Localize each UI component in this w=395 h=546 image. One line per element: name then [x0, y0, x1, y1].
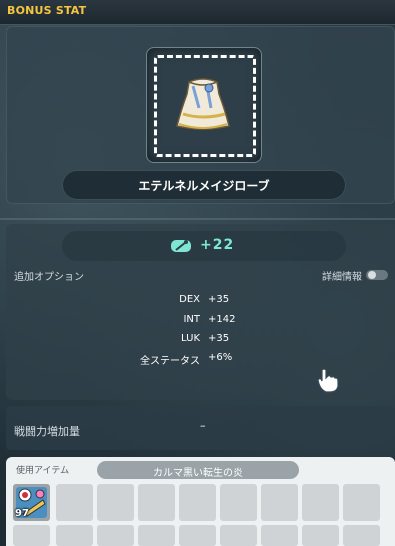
inventory-slot[interactable]	[261, 525, 298, 546]
bonus-stat-icon	[171, 240, 191, 252]
selected-item-name: カルマ黒い転生の炎	[153, 468, 243, 479]
bonus-value-bar: +22	[62, 231, 346, 261]
stat-name: LUK	[181, 333, 200, 344]
divider	[0, 218, 395, 220]
combat-power-value: –	[200, 419, 206, 432]
stat-row-all: 全ステータス +6%	[0, 352, 395, 367]
combat-power-label: 戦闘力増加量	[14, 425, 80, 438]
inventory-slot[interactable]	[138, 484, 175, 521]
inventory-slot[interactable]	[302, 525, 339, 546]
stat-row-int: INT +142	[0, 314, 395, 328]
inventory-slot[interactable]	[343, 484, 380, 521]
inventory-slot[interactable]	[97, 484, 134, 521]
stat-name: 全ステータス	[140, 356, 200, 367]
inventory-slot[interactable]	[343, 525, 380, 546]
toggle-knob	[368, 271, 376, 279]
hand-cursor-icon	[317, 368, 339, 393]
stat-name: INT	[183, 314, 200, 325]
detail-info-label: 詳細情報	[322, 272, 362, 283]
inventory-slot[interactable]	[56, 525, 93, 546]
bonus-value: +22	[200, 237, 235, 253]
item-count: 97	[15, 508, 29, 519]
use-item-label: 使用アイテム	[16, 466, 70, 476]
stat-row-dex: DEX +35	[0, 294, 395, 308]
additional-options-label: 追加オプション	[14, 272, 84, 283]
stat-value: +35	[208, 294, 230, 305]
combat-power-box: 戦闘力増加量 –	[6, 406, 395, 450]
detail-info-toggle[interactable]	[366, 270, 388, 280]
selected-item-title: カルマ黒い転生の炎	[97, 461, 299, 479]
stat-value: +142	[208, 314, 236, 325]
stat-value: +35	[208, 333, 230, 344]
title-bar[interactable]: BONUS STAT	[0, 0, 395, 25]
inventory-slot[interactable]	[302, 484, 339, 521]
robe-item-icon	[176, 78, 230, 130]
stat-name: DEX	[179, 294, 200, 305]
inventory-slot[interactable]	[179, 484, 216, 521]
inventory-slot[interactable]	[97, 525, 134, 546]
inventory-slot-flame[interactable]: 97	[13, 484, 50, 521]
inventory-slot[interactable]	[261, 484, 298, 521]
window-title: BONUS STAT	[7, 4, 87, 17]
inventory-slot[interactable]	[179, 525, 216, 546]
stat-value: +6%	[208, 352, 233, 363]
inventory-slot[interactable]	[56, 484, 93, 521]
item-slot[interactable]	[146, 47, 262, 163]
inventory-slot[interactable]	[220, 484, 257, 521]
inventory-slot[interactable]	[220, 525, 257, 546]
item-name: エテルネルメイジローブ	[138, 179, 270, 193]
inventory-slot[interactable]	[138, 525, 175, 546]
stat-row-luk: LUK +35	[0, 333, 395, 347]
item-name-bar: エテルネルメイジローブ	[62, 170, 346, 200]
inventory-slot[interactable]	[13, 525, 50, 546]
